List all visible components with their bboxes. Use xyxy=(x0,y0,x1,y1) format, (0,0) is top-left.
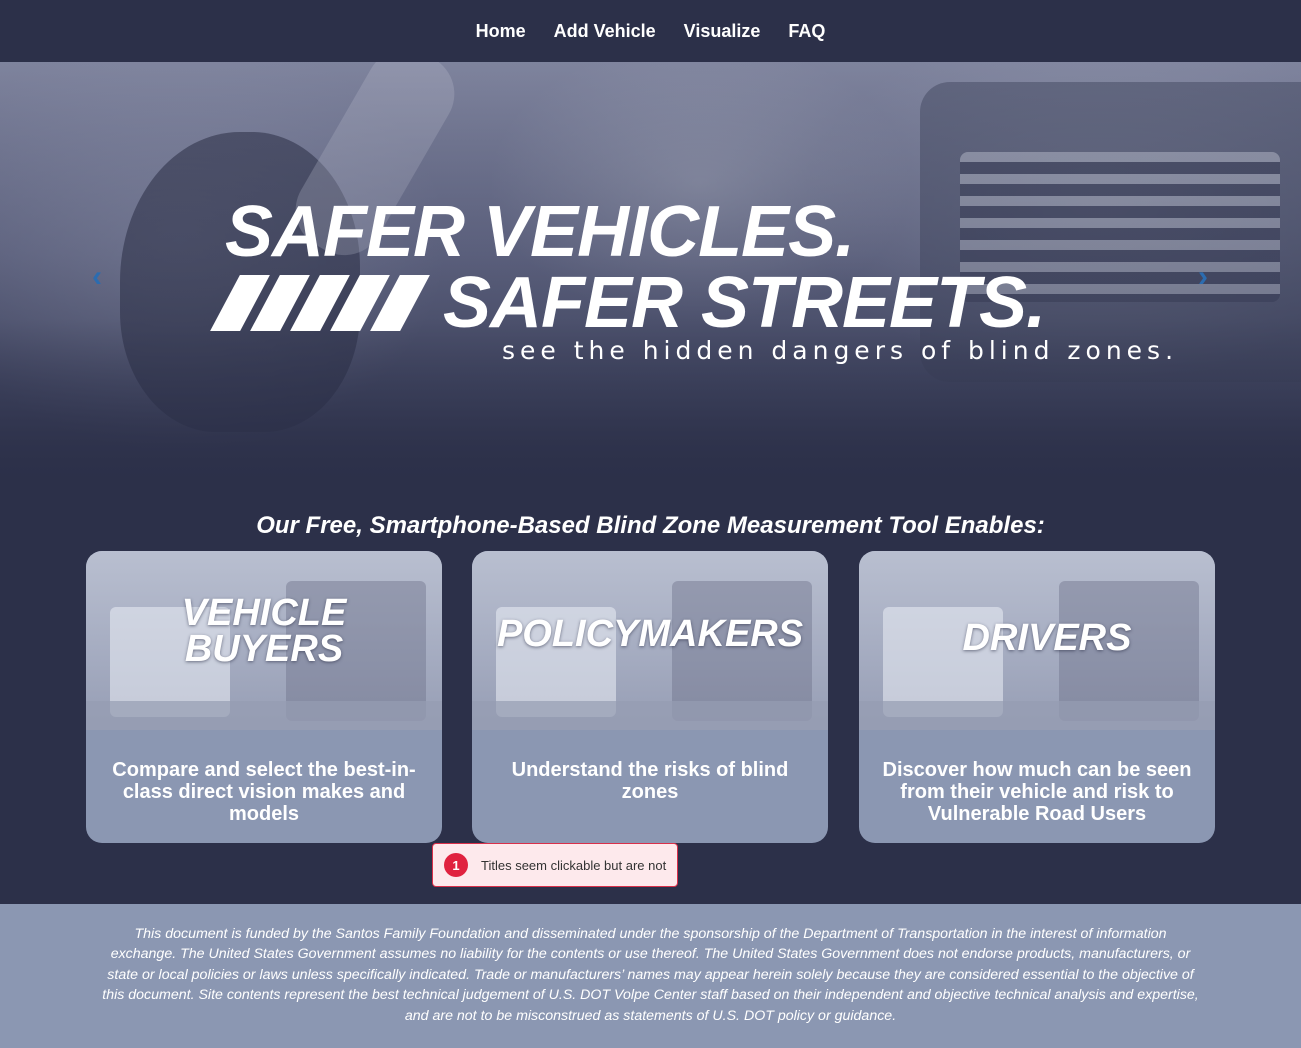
nav-visualize-link[interactable]: Visualize xyxy=(684,21,761,42)
hero-carousel: SAFER VEHICLES. SAFER STREETS. see the h… xyxy=(0,62,1301,490)
annotation-text: Titles seem clickable but are not xyxy=(481,857,667,873)
chevron-right-icon[interactable]: › xyxy=(1188,262,1218,292)
annotation-number-badge: 1 xyxy=(444,853,468,877)
disclaimer-text: This document is funded by the Santos Fa… xyxy=(102,926,1199,1024)
hero-stripes-graphic xyxy=(210,275,430,331)
chevron-left-icon[interactable]: ‹ xyxy=(82,262,112,292)
card-drivers[interactable]: DRIVERS Discover how much can be seen fr… xyxy=(859,551,1215,843)
section-title: Our Free, Smartphone-Based Blind Zone Me… xyxy=(256,512,1045,539)
card-heading: POLICYMAKERS xyxy=(496,612,804,655)
hero-headline-row2: SAFER STREETS. xyxy=(210,263,1046,343)
hero-headline-line2: SAFER STREETS. xyxy=(443,263,1046,343)
nav-add-vehicle-link[interactable]: Add Vehicle xyxy=(554,21,656,42)
card-heading: VEHICLE BUYERS xyxy=(181,591,347,670)
card-policymakers[interactable]: POLICYMAKERS Understand the risks of bli… xyxy=(472,551,828,843)
card-heading: DRIVERS xyxy=(962,616,1132,659)
card-description: Discover how much can be seen from their… xyxy=(882,759,1192,825)
nav-faq-link[interactable]: FAQ xyxy=(788,21,825,42)
top-navbar: Home Add Vehicle Visualize FAQ xyxy=(0,0,1301,62)
footer-disclaimer: This document is funded by the Santos Fa… xyxy=(0,904,1301,1048)
hero-subtitle: see the hidden dangers of blind zones. xyxy=(502,336,1179,365)
nav-home-link[interactable]: Home xyxy=(476,21,526,42)
annotation-tooltip: 1 Titles seem clickable but are not xyxy=(432,843,678,887)
card-description: Understand the risks of blind zones xyxy=(511,759,789,803)
hero-headline-line1: SAFER VEHICLES. xyxy=(225,192,855,272)
card-vehicle-buyers[interactable]: VEHICLE BUYERS Compare and select the be… xyxy=(86,551,442,843)
card-description: Compare and select the best-in-class dir… xyxy=(112,759,416,825)
